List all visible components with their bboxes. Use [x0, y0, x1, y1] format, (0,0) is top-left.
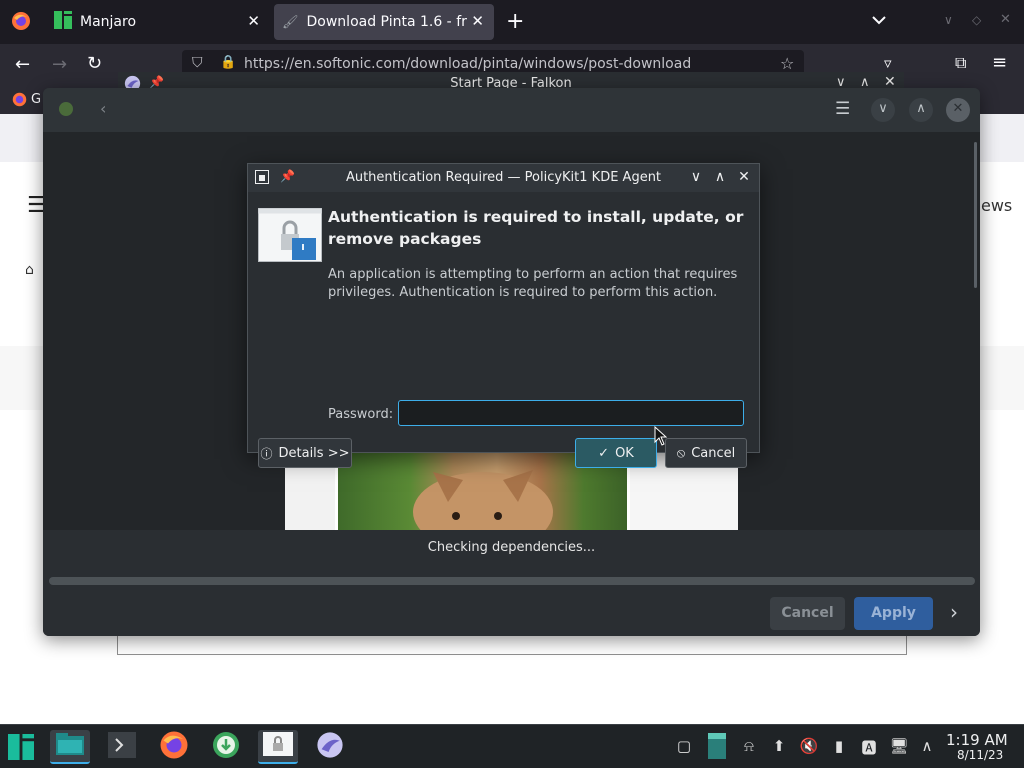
keyboard-layout-icon[interactable]: 🅰 [859, 737, 879, 758]
volume-muted-icon[interactable]: 🔇 [799, 737, 819, 755]
close-icon[interactable]: ✕ [735, 169, 753, 185]
task-software-install[interactable] [206, 730, 246, 764]
progress-bar [49, 577, 975, 585]
policykit-body: Authentication is required to install, u… [248, 192, 759, 468]
clock-date[interactable]: 8/11/23 [957, 748, 1003, 762]
battery-icon[interactable]: ▮ [829, 737, 849, 755]
ok-button[interactable]: ✓ OK [575, 438, 657, 468]
star-icon[interactable]: ☆ [780, 54, 794, 73]
shield-icon[interactable]: ⛉ [192, 55, 203, 71]
bookmark-label[interactable]: G [31, 92, 41, 107]
pocket-icon[interactable]: ▿ [884, 54, 892, 72]
cancel-button[interactable]: Cancel [770, 597, 845, 630]
close-button[interactable]: ✕ [946, 98, 970, 122]
lock-icon [263, 732, 293, 760]
desktop-icon[interactable] [708, 733, 726, 759]
url-text: https://en.softonic.com/download/pinta/w… [244, 56, 692, 72]
policykit-titlebar: 📌 Authentication Required — PolicyKit1 K… [248, 164, 759, 192]
chevron-right-icon[interactable]: › [950, 600, 958, 624]
reload-icon[interactable]: ↻ [87, 53, 102, 74]
status-text: Checking dependencies... [427, 540, 596, 555]
firefox-icon [159, 730, 189, 764]
maximize-button[interactable]: ∧ [909, 98, 933, 122]
home-icon[interactable]: ⌂ [25, 262, 34, 278]
back-icon[interactable]: ‹ [100, 99, 106, 118]
info-icon: ⓘ [260, 446, 273, 461]
policykit-description: An application is attempting to perform … [328, 267, 738, 300]
taskbar: ▢ ⍾ ⬆ 🔇 ▮ 🅰 🖥 ∧ [0, 724, 1024, 768]
task-falkon[interactable] [310, 730, 350, 764]
hamburger-icon[interactable]: ☰ [835, 99, 850, 119]
minimize-button[interactable]: ∨ [871, 98, 895, 122]
cancel-button[interactable]: ⦸ Cancel [665, 438, 747, 468]
pamac-header: ‹ ☰ ∨ ∧ ✕ [43, 88, 980, 132]
policykit-dialog: 📌 Authentication Required — PolicyKit1 K… [247, 163, 760, 468]
restore-icon[interactable]: ◇ [972, 13, 981, 27]
check-icon: ✓ [598, 445, 610, 461]
mouse-cursor-icon [654, 425, 668, 450]
scrollbar[interactable] [974, 142, 977, 288]
network-icon[interactable]: 🖥 [889, 737, 909, 755]
chevron-up-icon[interactable]: ∧ [711, 169, 729, 185]
manjaro-menu-icon[interactable] [8, 734, 34, 764]
tray-expand-icon[interactable]: ∧ [917, 737, 937, 755]
apply-button[interactable]: Apply [854, 597, 933, 630]
download-icon [212, 731, 240, 763]
chevron-down-icon[interactable]: ∨ [944, 13, 953, 27]
details-button[interactable]: ⓘ Details >> [258, 438, 352, 468]
page-nav-text[interactable]: ews [981, 196, 1012, 215]
tab-label: Download Pinta 1.6 - free [306, 14, 467, 30]
tab-label: Manjaro [80, 14, 137, 30]
terminal-icon [108, 732, 136, 762]
task-file-manager[interactable] [50, 730, 90, 764]
close-icon[interactable]: ✕ [247, 12, 260, 30]
password-field[interactable] [398, 400, 744, 426]
notifications-icon[interactable]: ⍾ [739, 737, 759, 755]
cancel-label: Cancel [691, 445, 736, 461]
policykit-heading: Authentication is required to install, u… [328, 208, 744, 248]
firefox-icon [12, 92, 27, 111]
status-dot-icon [59, 102, 73, 116]
task-terminal[interactable] [102, 730, 142, 764]
lock-icon[interactable]: 🔒 [220, 55, 236, 70]
pinta-icon: 🖌 [282, 14, 299, 30]
manjaro-icon [54, 11, 72, 33]
updates-icon[interactable]: ⬆ [769, 737, 789, 755]
new-tab-button[interactable]: + [506, 9, 524, 34]
task-policykit[interactable] [258, 730, 298, 764]
details-label: Details >> [278, 445, 350, 461]
tab-manjaro[interactable]: Manjaro ✕ [44, 4, 270, 40]
page-content-box [117, 636, 907, 655]
extensions-icon[interactable]: ⧉ [955, 53, 966, 73]
lock-icon [258, 208, 322, 266]
tab-download-pinta[interactable]: 🖌 Download Pinta 1.6 - free ✕ [274, 4, 494, 40]
menu-icon[interactable]: ≡ [992, 52, 1007, 73]
password-label: Password: [328, 407, 394, 422]
cancel-icon: ⦸ [676, 445, 686, 461]
ok-label: OK [615, 445, 634, 461]
close-icon[interactable]: ✕ [471, 12, 484, 30]
back-icon[interactable]: ← [15, 54, 30, 75]
forward-icon[interactable]: → [52, 54, 67, 75]
list-tabs-icon[interactable] [872, 11, 886, 29]
close-icon[interactable]: ✕ [1000, 12, 1011, 27]
chevron-down-icon[interactable]: ∨ [687, 169, 705, 185]
task-firefox[interactable] [154, 730, 194, 764]
clock-time[interactable]: 1:19 AM [946, 731, 1008, 749]
clipboard-icon[interactable]: ▢ [674, 737, 694, 755]
firefox-tab-bar: Manjaro ✕ 🖌 Download Pinta 1.6 - free ✕ … [0, 0, 1024, 44]
firefox-icon[interactable] [11, 11, 31, 35]
folder-icon [56, 733, 84, 759]
policykit-title: Authentication Required — PolicyKit1 KDE… [345, 170, 662, 185]
falkon-icon [316, 731, 344, 763]
